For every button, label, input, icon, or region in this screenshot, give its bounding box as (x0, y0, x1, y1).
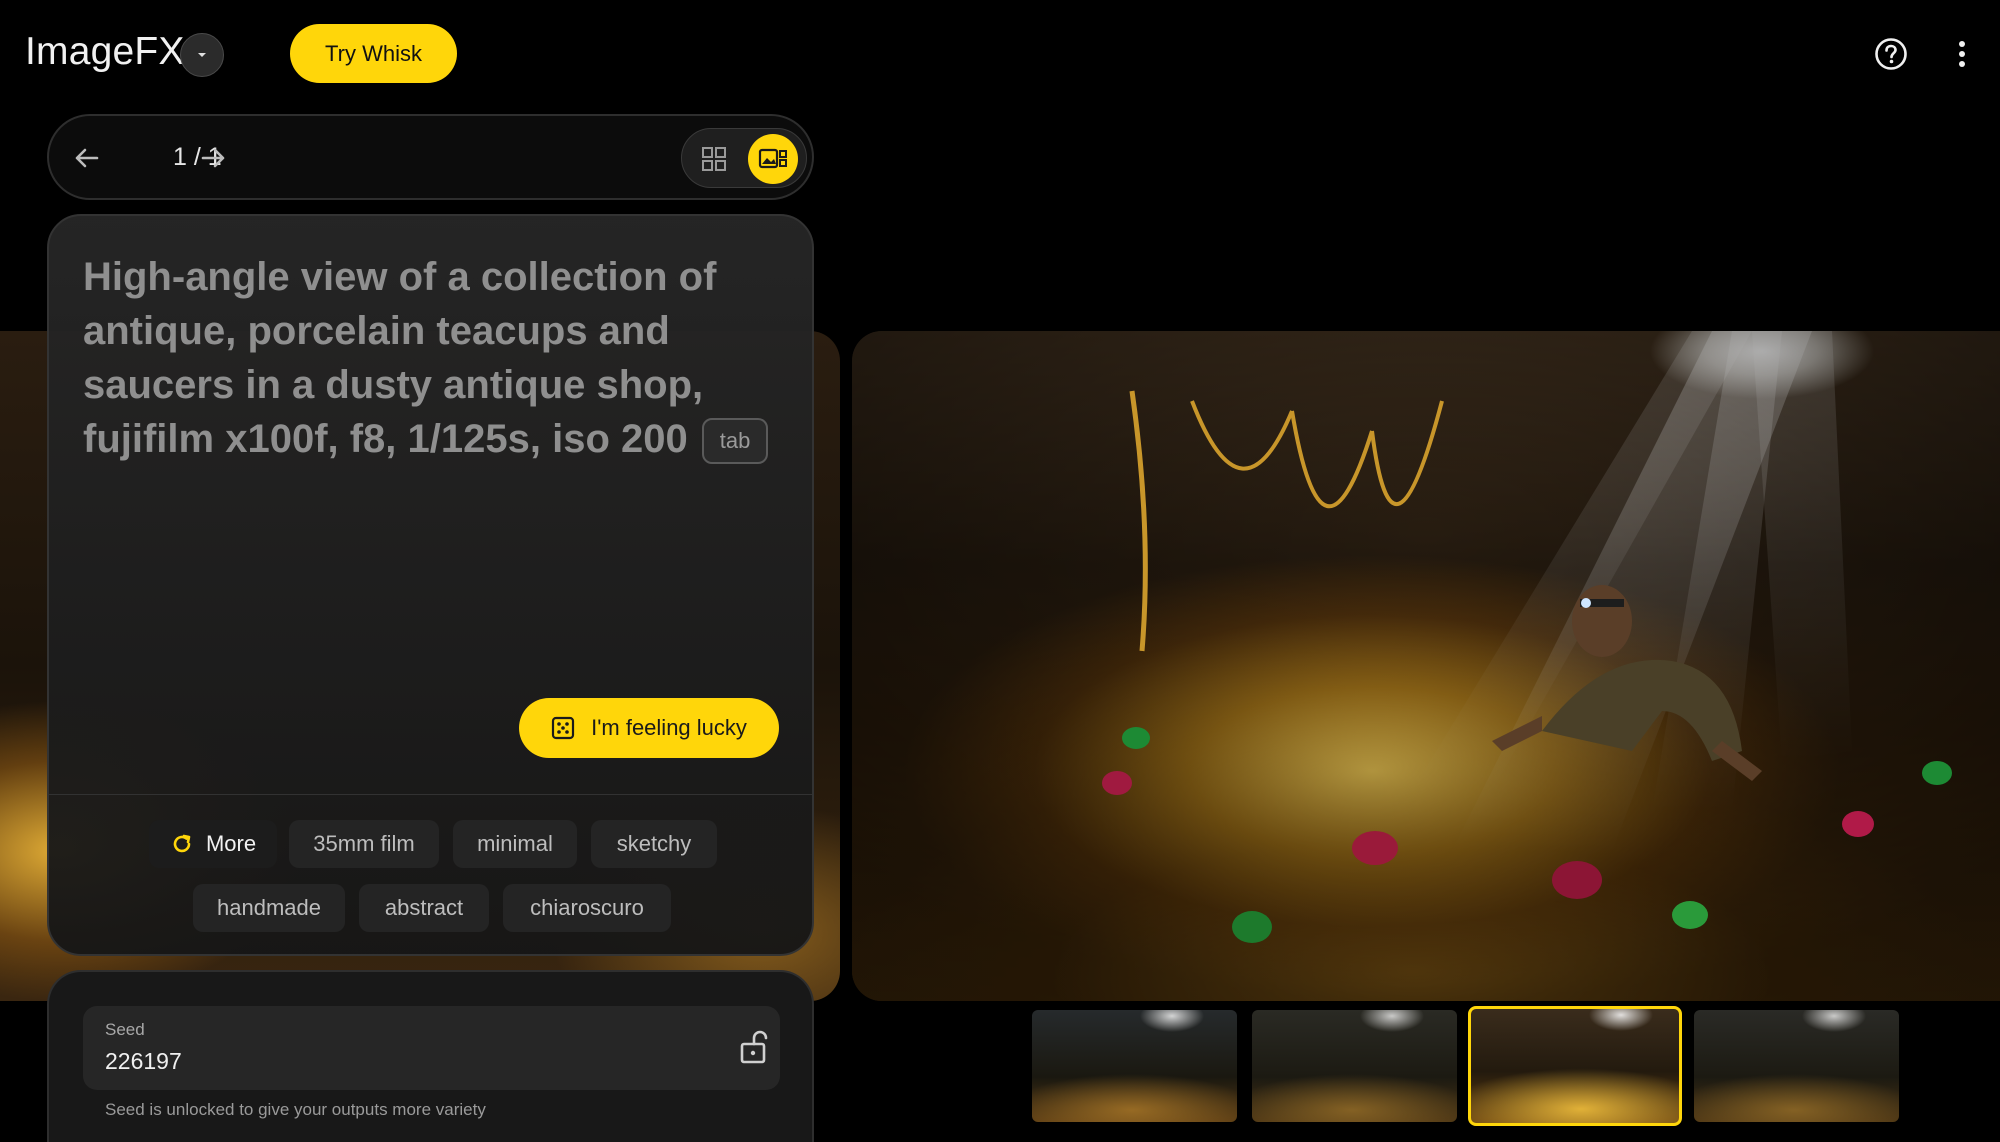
navigation-bar: 1 / 1 (47, 114, 814, 200)
single-view-button[interactable] (748, 134, 798, 184)
gem (1922, 761, 1952, 785)
app-title: ImageFX (25, 30, 185, 73)
thumbnail-1[interactable] (1032, 1010, 1237, 1122)
gem (1552, 861, 1602, 899)
prompt-panel: High-angle view of a collection of antiq… (47, 214, 814, 956)
arrow-left-icon[interactable] (69, 140, 105, 176)
style-chip-sketchy[interactable]: sketchy (591, 820, 717, 868)
seed-value[interactable]: 226197 (105, 1048, 182, 1075)
grid-icon (702, 147, 726, 171)
unlock-icon[interactable] (739, 1030, 769, 1064)
more-chips-label: More (205, 831, 257, 856)
thumbnail-2[interactable] (1252, 1010, 1457, 1122)
gem (1232, 911, 1272, 943)
caret-down-icon (198, 53, 206, 57)
prompt-textbox[interactable]: High-angle view of a collection of antiq… (83, 250, 773, 466)
more-chips-button[interactable]: More (149, 820, 277, 868)
style-chip-minimal[interactable]: minimal (453, 820, 577, 868)
style-chip-handmade[interactable]: handmade (193, 884, 345, 932)
style-chip-35mm-film[interactable]: 35mm film (289, 820, 439, 868)
gem (1352, 831, 1398, 865)
help-icon[interactable] (1874, 37, 1908, 71)
view-mode-toggle (681, 128, 807, 188)
style-chip-chiaroscuro[interactable]: chiaroscuro (503, 884, 671, 932)
thumbnail-4[interactable] (1694, 1010, 1899, 1122)
more-options-icon[interactable] (1950, 37, 1974, 71)
seed-field[interactable]: Seed 226197 (83, 1006, 780, 1090)
gem (1102, 771, 1132, 795)
image-detail-icon (758, 148, 787, 169)
refresh-icon (173, 834, 191, 853)
gem (1122, 727, 1150, 749)
gem (1672, 901, 1708, 929)
try-whisk-button[interactable]: Try Whisk (290, 24, 457, 83)
dice-icon (551, 716, 575, 740)
seed-panel: Seed 226197 Seed is unlocked to give you… (47, 970, 814, 1142)
prompt-text: High-angle view of a collection of antiq… (83, 255, 717, 461)
generated-image[interactable] (852, 331, 2000, 1001)
divider (49, 794, 812, 795)
tab-hint-badge: tab (701, 418, 769, 465)
light-rays (852, 331, 2000, 1001)
gem (1842, 811, 1874, 837)
app-switcher-button[interactable] (180, 33, 224, 77)
arrow-right-icon[interactable] (195, 140, 231, 176)
thumbnail-3-selected[interactable] (1468, 1006, 1682, 1126)
style-chip-abstract[interactable]: abstract (359, 884, 489, 932)
feeling-lucky-label: I'm feeling lucky (591, 715, 747, 740)
seed-hint: Seed is unlocked to give your outputs mo… (105, 1100, 486, 1119)
grid-view-button[interactable] (692, 137, 736, 181)
feeling-lucky-button[interactable]: I'm feeling lucky (519, 698, 779, 758)
seed-label: Seed (105, 1020, 145, 1039)
